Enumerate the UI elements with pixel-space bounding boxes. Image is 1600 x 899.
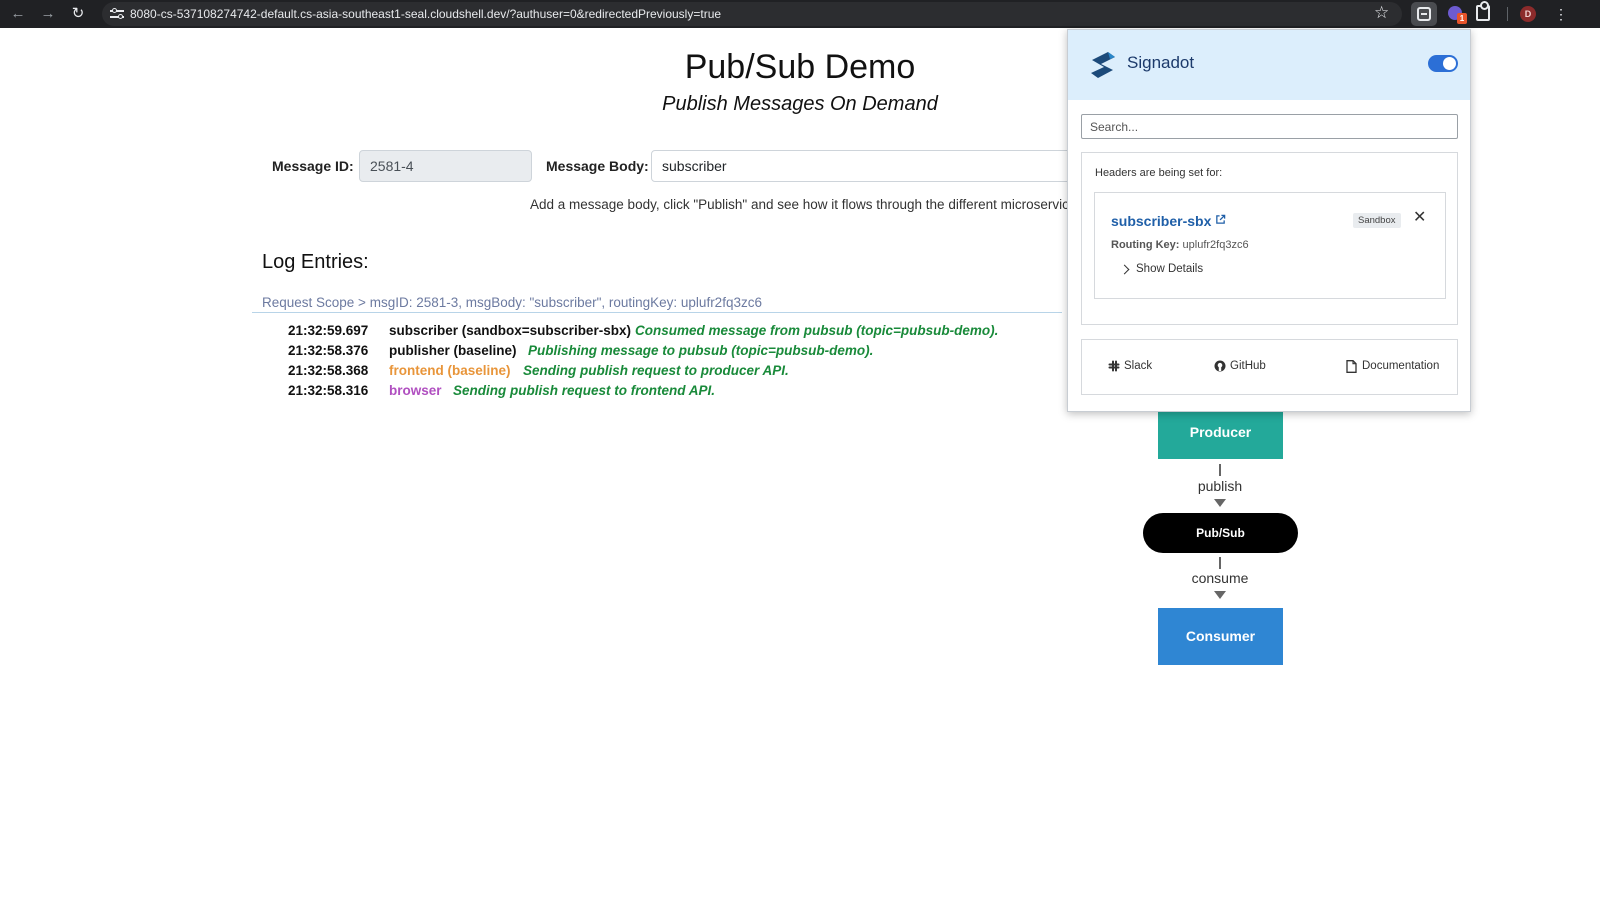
flow-connector: [1219, 557, 1221, 569]
document-icon: [1346, 360, 1357, 373]
popup-header: Signadot: [1068, 30, 1470, 100]
log-service: publisher (baseline): [389, 343, 517, 358]
footer-links: Slack GitHub Documentation: [1081, 339, 1458, 395]
log-message: Publishing message to pubsub (topic=pubs…: [528, 343, 874, 358]
arrow-down-icon: [1214, 591, 1226, 599]
chevron-right-icon[interactable]: [1119, 264, 1130, 275]
help-text: Add a message body, click "Publish" and …: [530, 197, 1069, 212]
github-link[interactable]: GitHub: [1214, 360, 1266, 372]
back-icon[interactable]: ←: [8, 4, 28, 24]
log-time: 21:32:58.376: [288, 343, 369, 358]
pubsub-node: Pub/Sub: [1143, 513, 1298, 553]
consume-label: consume: [1191, 570, 1249, 586]
sandbox-card: subscriber-sbx Sandbox ✕ Routing Key: up…: [1094, 192, 1446, 299]
signadot-extension-button[interactable]: [1411, 2, 1437, 26]
log-time: 21:32:58.368: [288, 363, 369, 378]
github-label[interactable]: GitHub: [1230, 360, 1266, 372]
signadot-logo-icon: [1091, 52, 1115, 78]
toggle-knob: [1443, 57, 1456, 70]
log-time: 21:32:59.697: [288, 323, 369, 338]
brand-name: Signadot: [1127, 53, 1195, 72]
signadot-extension-icon: [1417, 7, 1431, 21]
sandbox-name-link[interactable]: subscriber-sbx: [1111, 213, 1211, 229]
external-link-icon[interactable]: [1215, 214, 1226, 225]
extension-button[interactable]: 1: [1443, 2, 1469, 26]
profile-avatar[interactable]: D: [1520, 6, 1536, 22]
log-service: subscriber (sandbox=subscriber-sbx): [389, 323, 631, 338]
reload-icon[interactable]: ↻: [68, 4, 88, 24]
enable-toggle[interactable]: [1428, 55, 1458, 72]
headers-panel: Headers are being set for: subscriber-sb…: [1081, 152, 1458, 325]
arrow-down-icon: [1214, 499, 1226, 507]
github-icon: [1214, 360, 1226, 372]
log-service: frontend (baseline): [389, 363, 511, 378]
site-settings-icon[interactable]: [110, 7, 124, 21]
forward-icon[interactable]: →: [38, 4, 58, 24]
search-input[interactable]: [1081, 114, 1458, 139]
bookmark-star-icon[interactable]: ☆: [1374, 3, 1389, 23]
slack-label[interactable]: Slack: [1124, 360, 1152, 372]
log-time: 21:32:58.316: [288, 383, 369, 398]
extensions-puzzle-icon[interactable]: [1476, 1, 1490, 21]
documentation-label[interactable]: Documentation: [1362, 360, 1439, 372]
message-body-label: Message Body:: [546, 158, 649, 174]
log-service: browser: [389, 383, 442, 398]
page-title: Pub/Sub Demo: [684, 48, 916, 86]
routing-key: Routing Key: uplufr2fq3zc6: [1111, 239, 1249, 251]
log-message: Consumed message from pubsub (topic=pubs…: [635, 323, 999, 338]
publish-label: publish: [1197, 478, 1243, 494]
toolbar-divider: [1507, 7, 1508, 21]
message-id-field[interactable]: [359, 150, 532, 182]
documentation-link[interactable]: Documentation: [1346, 360, 1439, 373]
signadot-popup: Signadot Headers are being set for: subs…: [1067, 29, 1471, 412]
sandbox-badge: Sandbox: [1353, 213, 1401, 228]
close-icon[interactable]: ✕: [1413, 208, 1426, 228]
menu-icon[interactable]: ⋮: [1554, 4, 1568, 24]
scope-divider: [252, 312, 1062, 313]
producer-node: Producer: [1158, 410, 1283, 459]
slack-link[interactable]: Slack: [1108, 360, 1152, 372]
message-body-field[interactable]: [651, 150, 1071, 182]
slack-icon: [1108, 360, 1120, 372]
routing-key-label: Routing Key:: [1111, 239, 1180, 251]
flow-connector: [1219, 464, 1221, 476]
url-text[interactable]: 8080-cs-537108274742-default.cs-asia-sou…: [130, 7, 721, 21]
extension-badge: 1: [1457, 13, 1467, 24]
browser-toolbar: ← → ↻ 8080-cs-537108274742-default.cs-as…: [0, 0, 1600, 28]
show-details-toggle[interactable]: Show Details: [1136, 263, 1203, 275]
message-id-label: Message ID:: [272, 158, 354, 174]
headers-label: Headers are being set for:: [1095, 167, 1223, 179]
consumer-node: Consumer: [1158, 608, 1283, 665]
routing-key-value: uplufr2fq3zc6: [1182, 239, 1249, 251]
request-scope[interactable]: Request Scope > msgID: 2581-3, msgBody: …: [262, 295, 762, 310]
log-message: Sending publish request to producer API.: [523, 363, 789, 378]
log-message: Sending publish request to frontend API.: [453, 383, 715, 398]
address-bar[interactable]: 8080-cs-537108274742-default.cs-asia-sou…: [102, 2, 1402, 26]
log-heading: Log Entries:: [262, 251, 369, 273]
page-subtitle: Publish Messages On Demand: [662, 93, 938, 115]
